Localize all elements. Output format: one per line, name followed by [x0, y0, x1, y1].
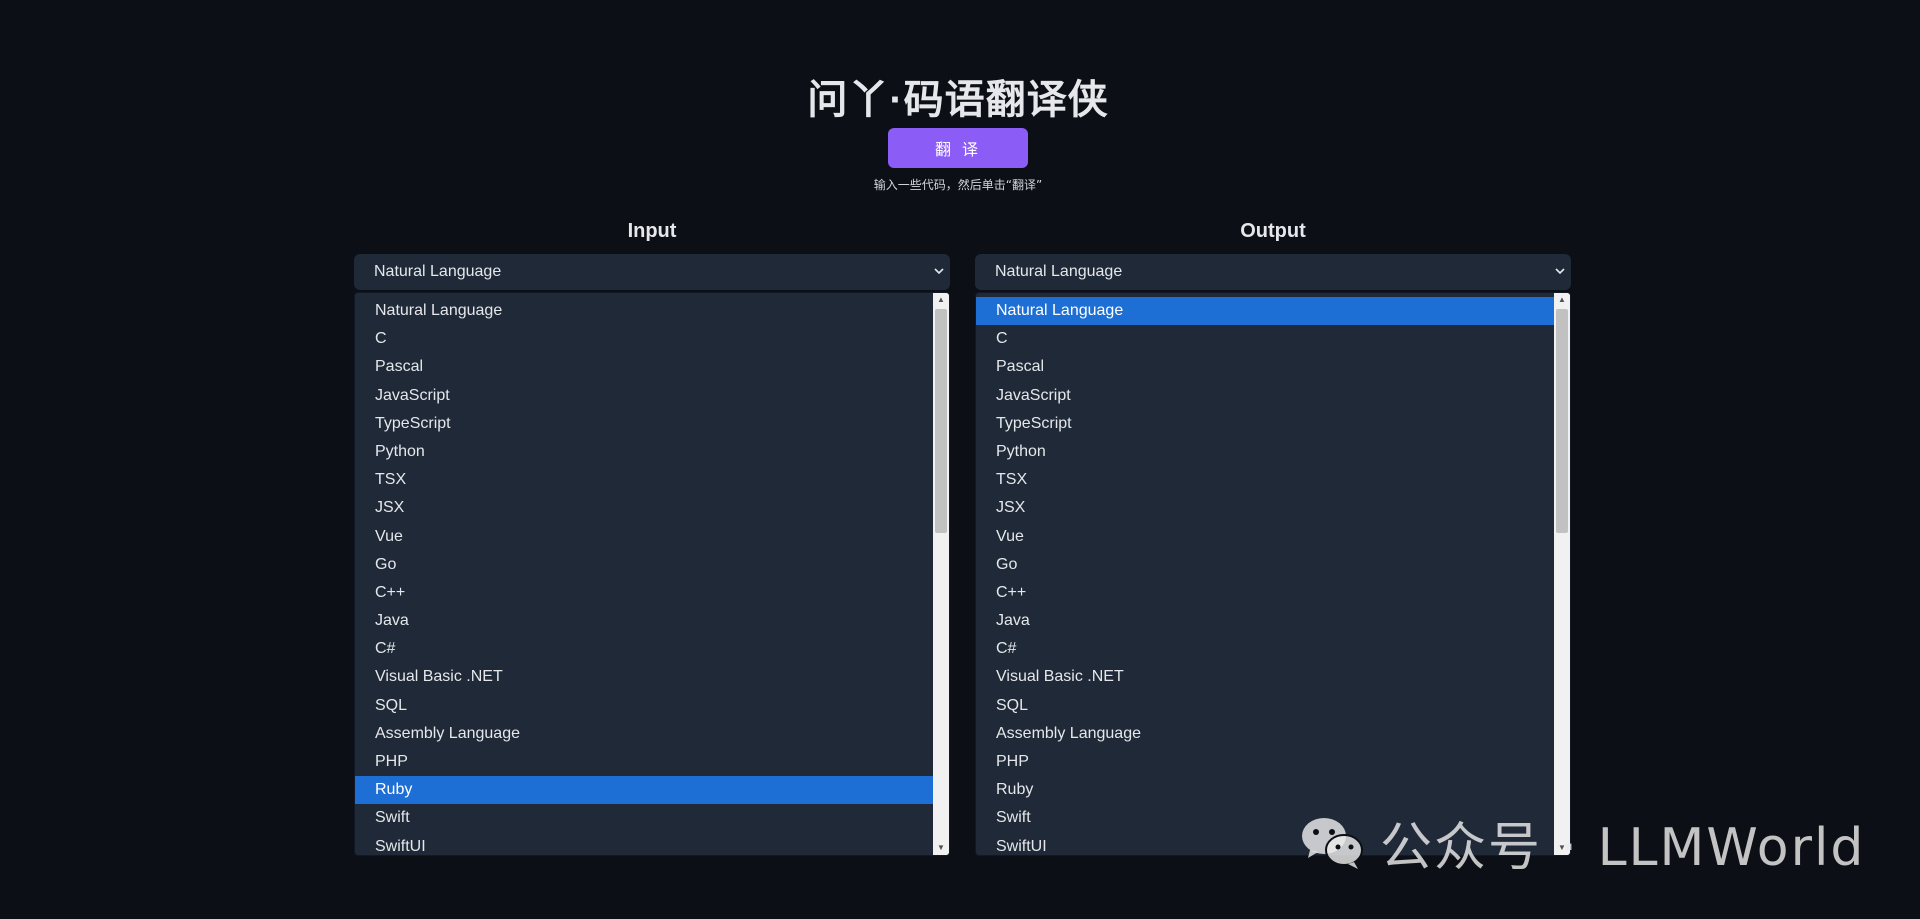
output-language-option[interactable]: JavaScript: [976, 382, 1554, 410]
output-language-select[interactable]: Natural Language: [975, 254, 1571, 290]
watermark-text: 公众号 · LLMWorld: [1380, 817, 1866, 878]
input-language-option[interactable]: TSX: [355, 466, 933, 494]
input-language-option[interactable]: Pascal: [355, 353, 933, 381]
output-language-option[interactable]: C: [976, 325, 1554, 353]
translate-button[interactable]: 翻 译: [888, 128, 1028, 168]
input-options-list: Natural Language C Pascal JavaScript TypeScr…: [355, 293, 933, 855]
scroll-up-arrow-icon[interactable]: ▲: [1554, 293, 1570, 307]
output-panel-label: Output: [1240, 220, 1306, 242]
output-language-option[interactable]: JSX: [976, 494, 1554, 522]
output-panel: Output Natural Language Natural Language…: [975, 218, 1571, 856]
input-language-option[interactable]: TypeScript: [355, 410, 933, 438]
page-title: 问丫·码语翻译侠: [807, 78, 1109, 122]
output-language-option[interactable]: C#: [976, 635, 1554, 663]
input-language-option[interactable]: JavaScript: [355, 382, 933, 410]
output-listbox-scrollbar[interactable]: ▲ ▼: [1554, 293, 1570, 855]
watermark: 公众号 · LLMWorld: [1296, 812, 1865, 878]
output-language-listbox[interactable]: Natural Language C Pascal JavaScript TypeScr…: [975, 292, 1571, 856]
app-page: 问丫·码语翻译侠 翻 译 输入一些代码，然后单击“翻译” Input Natur…: [0, 0, 1920, 919]
output-language-option[interactable]: PHP: [976, 748, 1554, 776]
input-panel-label: Input: [627, 220, 677, 242]
output-language-option[interactable]: SQL: [976, 692, 1554, 720]
scrollbar-thumb[interactable]: [1556, 309, 1568, 533]
input-language-listbox[interactable]: Natural Language C Pascal JavaScript TypeScr…: [354, 292, 950, 856]
input-language-option[interactable]: C++: [355, 579, 933, 607]
output-select-value: Natural Language: [995, 263, 1123, 280]
output-language-option[interactable]: Visual Basic .NET: [976, 663, 1554, 691]
output-language-option[interactable]: Pascal: [976, 353, 1554, 381]
scroll-up-arrow-icon[interactable]: ▲: [933, 293, 949, 307]
input-language-option[interactable]: C#: [355, 635, 933, 663]
output-language-option[interactable]: Natural Language: [976, 297, 1554, 326]
output-language-option[interactable]: Assembly Language: [976, 720, 1554, 748]
input-language-option[interactable]: PHP: [355, 748, 933, 776]
input-language-option[interactable]: Go: [355, 551, 933, 579]
output-options-list: Natural Language C Pascal JavaScript TypeScr…: [976, 293, 1554, 855]
input-language-option[interactable]: Visual Basic .NET: [355, 663, 933, 691]
input-language-option[interactable]: Ruby: [355, 776, 933, 805]
output-language-option[interactable]: TSX: [976, 466, 1554, 494]
input-language-option[interactable]: C: [355, 325, 933, 353]
input-listbox-scrollbar[interactable]: ▲ ▼: [933, 293, 949, 855]
input-language-option[interactable]: Python: [355, 438, 933, 466]
input-language-option[interactable]: Natural Language: [355, 297, 933, 325]
input-language-option[interactable]: Java: [355, 607, 933, 635]
scrollbar-thumb[interactable]: [935, 309, 947, 533]
input-language-select[interactable]: Natural Language: [354, 254, 950, 290]
input-panel: Input Natural Language Natural Language C…: [354, 218, 950, 856]
input-language-option[interactable]: Swift: [355, 804, 933, 832]
output-language-option[interactable]: Python: [976, 438, 1554, 466]
output-language-option[interactable]: Ruby: [976, 776, 1554, 804]
output-language-option[interactable]: Vue: [976, 523, 1554, 551]
instruction-hint: 输入一些代码，然后单击“翻译”: [873, 178, 1043, 192]
input-language-option[interactable]: SwiftUI: [355, 833, 933, 855]
input-language-option[interactable]: SQL: [355, 692, 933, 720]
input-language-option[interactable]: Vue: [355, 523, 933, 551]
output-language-option[interactable]: Java: [976, 607, 1554, 635]
wechat-icon: [1302, 818, 1363, 869]
scroll-down-arrow-icon[interactable]: ▼: [933, 841, 949, 855]
output-language-option[interactable]: Go: [976, 551, 1554, 579]
input-language-option[interactable]: JSX: [355, 494, 933, 522]
output-language-option[interactable]: C++: [976, 579, 1554, 607]
input-language-option[interactable]: Assembly Language: [355, 720, 933, 748]
output-language-option[interactable]: TypeScript: [976, 410, 1554, 438]
input-select-value: Natural Language: [374, 263, 502, 280]
